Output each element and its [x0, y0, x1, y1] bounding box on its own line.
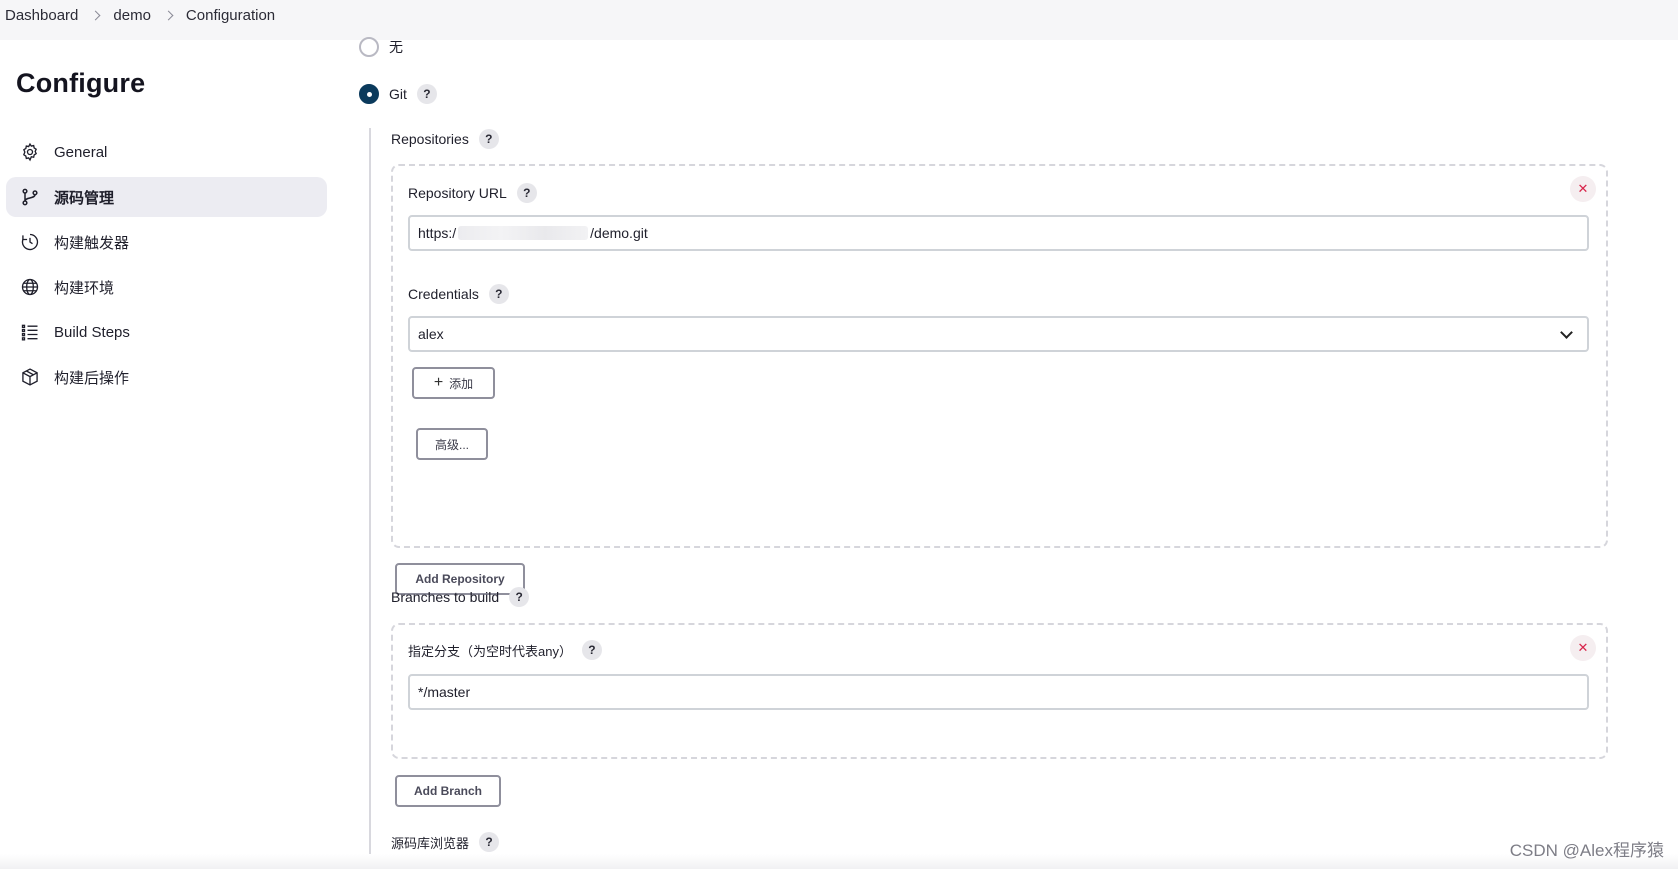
breadcrumb: Dashboard demo Configuration	[5, 7, 275, 24]
section-divider	[369, 128, 371, 869]
sidebar-item-post-build[interactable]: 构建后操作	[6, 357, 327, 397]
repo-browser-label: 源码库浏览器	[391, 835, 470, 851]
branches-label: Branches to build	[391, 589, 500, 605]
help-icon[interactable]: ?	[478, 129, 499, 149]
help-icon[interactable]: ?	[509, 587, 530, 607]
radio-none[interactable]	[359, 37, 379, 57]
watermark: CSDN @Alex程序猿	[1509, 841, 1664, 860]
remove-branch-button[interactable]: ✕	[1570, 635, 1596, 661]
repositories-label: Repositories	[391, 131, 469, 147]
radio-none-label: 无	[389, 39, 403, 55]
plus-icon: +	[433, 374, 444, 391]
bottom-shade	[0, 854, 1678, 869]
remove-repository-button[interactable]: ✕	[1570, 176, 1596, 202]
breadcrumb-bar: Dashboard demo Configuration	[0, 0, 1678, 40]
branch-specifier-label: 指定分支（为空时代表any）	[408, 643, 572, 659]
breadcrumb-demo[interactable]: demo	[113, 7, 151, 24]
help-icon[interactable]: ?	[581, 640, 602, 660]
gear-icon	[22, 142, 38, 162]
help-icon[interactable]: ?	[416, 84, 437, 104]
sidebar-item-triggers[interactable]: 构建触发器	[6, 222, 327, 262]
sidebar-item-label: 构建后操作	[54, 369, 130, 387]
package-icon	[22, 368, 38, 386]
page-title: Configure	[16, 68, 146, 98]
credentials-value: alex	[418, 326, 444, 342]
sidebar-item-label: 构建环境	[54, 279, 115, 297]
redacted-host	[458, 226, 589, 240]
branch-value: */master	[418, 684, 471, 700]
chevron-right-icon	[163, 10, 174, 21]
breadcrumb-dashboard[interactable]: Dashboard	[5, 7, 78, 24]
credentials-header: Credentials ?	[408, 284, 509, 304]
clock-icon	[21, 233, 39, 251]
list-icon	[21, 324, 38, 341]
help-icon[interactable]: ?	[479, 832, 500, 852]
git-option: Git ?	[389, 84, 437, 104]
repo-url-header: Repository URL ?	[408, 183, 537, 203]
close-icon: ✕	[1577, 181, 1589, 196]
branch-card: ✕ 指定分支（为空时代表any） ? */master	[391, 623, 1608, 759]
sidebar-item-build-steps[interactable]: Build Steps	[6, 312, 327, 352]
scm-section: 无 Git ? Repositories ? ✕ Repository URL …	[355, 37, 1678, 869]
sidebar-item-label: Build Steps	[54, 323, 130, 341]
repository-card: ✕ Repository URL ? https:/ /demo.git Cred…	[391, 164, 1608, 548]
help-icon[interactable]: ?	[488, 284, 509, 304]
sidebar-item-scm[interactable]: 源码管理	[6, 177, 327, 217]
sidebar: Configure General 源码管理 构建触发器 构建环境 Build …	[0, 40, 340, 869]
radio-git-label: Git	[389, 86, 407, 102]
sidebar-item-general[interactable]: General	[6, 132, 327, 172]
sidebar-item-environment[interactable]: 构建环境	[6, 267, 327, 307]
repo-url-suffix: /demo.git	[590, 225, 648, 241]
sidebar-nav: General 源码管理 构建触发器 构建环境 Build Steps 构建后操…	[6, 132, 327, 402]
add-branch-button[interactable]: Add Branch	[395, 775, 501, 807]
globe-icon	[21, 278, 39, 296]
branch-icon	[22, 188, 38, 206]
repo-url-input[interactable]: https:/ /demo.git	[408, 215, 1589, 251]
sidebar-item-label: 源码管理	[54, 189, 115, 207]
repo-browser-header: 源码库浏览器 ?	[391, 832, 500, 852]
chevron-down-icon	[1560, 326, 1573, 339]
radio-git[interactable]	[359, 84, 379, 104]
sidebar-item-label: General	[54, 143, 108, 161]
help-icon[interactable]: ?	[516, 183, 537, 203]
repositories-header: Repositories ?	[391, 129, 499, 149]
add-credentials-button[interactable]: + 添加	[412, 367, 495, 399]
repo-url-prefix: https:/	[418, 225, 457, 241]
close-icon: ✕	[1577, 640, 1589, 655]
branches-header: Branches to build ?	[391, 587, 530, 607]
chevron-right-icon	[90, 10, 101, 21]
repo-url-label: Repository URL	[408, 185, 507, 201]
credentials-label: Credentials	[408, 286, 479, 302]
add-label: 添加	[449, 376, 474, 391]
advanced-button[interactable]: 高级...	[416, 428, 488, 460]
breadcrumb-configuration[interactable]: Configuration	[186, 7, 275, 24]
sidebar-item-label: 构建触发器	[54, 234, 130, 252]
branch-specifier-header: 指定分支（为空时代表any） ?	[408, 640, 602, 660]
credentials-select[interactable]: alex	[408, 316, 1589, 352]
branch-specifier-input[interactable]: */master	[408, 674, 1589, 710]
